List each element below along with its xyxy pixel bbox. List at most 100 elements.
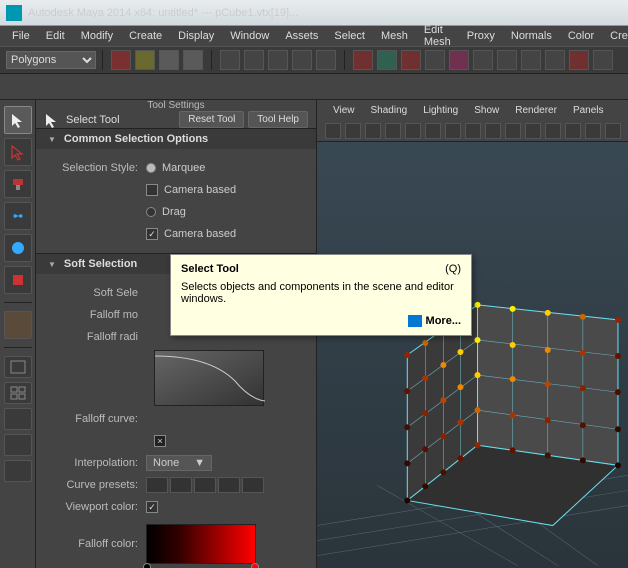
vp-icon[interactable] [325,123,341,139]
vp-menu-view[interactable]: View [325,103,363,118]
shelf-icon[interactable] [377,50,397,70]
vp-icon[interactable] [505,123,521,139]
vp-icon[interactable] [385,123,401,139]
menu-display[interactable]: Display [170,28,222,44]
vp-menu-renderer[interactable]: Renderer [507,103,565,118]
checkbox-camera[interactable] [146,184,158,196]
label: Viewport color: [46,501,146,513]
vp-icon[interactable] [605,123,621,139]
vp-menu-show[interactable]: Show [466,103,507,118]
gradient-stop[interactable] [251,563,259,568]
menu-create[interactable]: Create [121,28,170,44]
section-common-selection[interactable]: Common Selection Options [36,129,316,149]
icon-row [0,74,628,100]
tooltip-title: Select Tool [181,263,239,275]
vp-menu-shading[interactable]: Shading [363,103,416,118]
layout-2v[interactable] [4,408,32,430]
lasso-tool[interactable] [4,138,32,166]
tooltip-more-link[interactable]: More... [181,315,461,327]
interpolation-select[interactable]: None▼ [146,455,212,471]
shelf-icon[interactable] [220,50,240,70]
shelf-icon[interactable] [183,50,203,70]
rotate-tool[interactable] [4,234,32,262]
vp-icon[interactable] [405,123,421,139]
shelf-icon[interactable] [268,50,288,70]
vp-icon[interactable] [585,123,601,139]
reset-tool-button[interactable]: Reset Tool [179,111,244,128]
layout-four[interactable] [4,382,32,404]
scale-tool[interactable] [4,266,32,294]
falloff-curve-preview[interactable] [154,350,264,406]
preset-button[interactable] [194,477,216,493]
vp-icon[interactable] [425,123,441,139]
label: Curve presets: [46,479,146,491]
menu-edit[interactable]: Edit [38,28,73,44]
shelf-icon[interactable] [593,50,613,70]
checkbox-viewport-color[interactable]: ✓ [146,501,158,513]
tool-help-button[interactable]: Tool Help [248,111,308,128]
menu-create2[interactable]: Create [602,28,628,44]
shelf-icon[interactable] [401,50,421,70]
preset-button[interactable] [242,477,264,493]
select-tool[interactable] [4,106,32,134]
shelf-icon[interactable] [545,50,565,70]
vp-icon[interactable] [445,123,461,139]
3d-scene[interactable] [317,142,628,568]
tool-column [0,100,36,568]
menu-window[interactable]: Window [222,28,277,44]
radio-marquee[interactable] [146,163,156,173]
shelf-icon[interactable] [569,50,589,70]
shelf-icon[interactable] [135,50,155,70]
menu-file[interactable]: File [4,28,38,44]
vp-icon[interactable] [565,123,581,139]
vp-icon[interactable] [345,123,361,139]
menu-normals[interactable]: Normals [503,28,560,44]
shelf-icon[interactable] [425,50,445,70]
preset-button[interactable] [218,477,240,493]
menu-color[interactable]: Color [560,28,602,44]
shelf-icon[interactable] [497,50,517,70]
shelf-icon[interactable] [353,50,373,70]
separator [211,50,212,70]
last-tool[interactable] [4,311,32,339]
layout-2h[interactable] [4,434,32,456]
vp-menu-lighting[interactable]: Lighting [415,103,466,118]
preset-button[interactable] [170,477,192,493]
menu-mesh[interactable]: Mesh [373,28,416,44]
separator [102,50,103,70]
preset-button[interactable] [146,477,168,493]
video-icon [408,315,422,327]
shelf-icon[interactable] [244,50,264,70]
shelf-icon[interactable] [316,50,336,70]
checkbox-camera2[interactable]: ✓ [146,228,158,240]
vp-icon[interactable] [465,123,481,139]
shelf-icon[interactable] [473,50,493,70]
vp-icon[interactable] [485,123,501,139]
vp-icon[interactable] [365,123,381,139]
shelf-icon[interactable] [159,50,179,70]
vp-icon[interactable] [545,123,561,139]
falloff-color-gradient[interactable] [146,524,256,564]
layout-single[interactable] [4,356,32,378]
shelf-icon[interactable] [449,50,469,70]
gradient-stop[interactable] [143,563,151,568]
menu-proxy[interactable]: Proxy [459,28,503,44]
vp-menu-panels[interactable]: Panels [565,103,612,118]
paint-tool[interactable] [4,170,32,198]
tooltip-shortcut: (Q) [445,263,461,275]
curve-point-marker[interactable]: × [154,435,166,447]
move-tool[interactable] [4,202,32,230]
vp-icon[interactable] [525,123,541,139]
radio-drag[interactable] [146,207,156,217]
menu-assets[interactable]: Assets [277,28,326,44]
shelf-icon[interactable] [111,50,131,70]
mode-selector[interactable]: Polygons [6,51,96,69]
menu-select[interactable]: Select [326,28,373,44]
shelf-icon[interactable] [292,50,312,70]
layout-3[interactable] [4,460,32,482]
shelf-bar: Polygons [0,46,628,74]
shelf-icon[interactable] [521,50,541,70]
label: Falloff curve: [46,413,146,425]
menu-modify[interactable]: Modify [73,28,121,44]
menu-editmesh[interactable]: Edit Mesh [416,22,459,50]
